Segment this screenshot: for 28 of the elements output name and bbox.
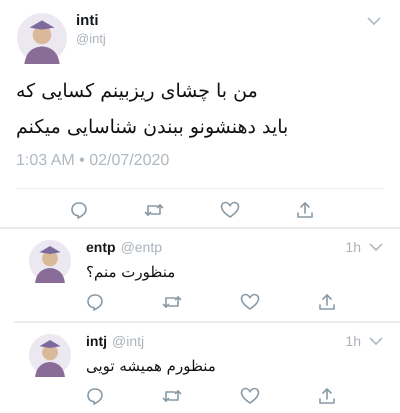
reply-time: 1h xyxy=(345,333,361,349)
reply-icon[interactable] xyxy=(70,201,88,219)
tweet-text: من با چشای ریزبینم کسایی که xyxy=(16,80,258,102)
heart-icon[interactable] xyxy=(240,293,260,311)
avatar-icon[interactable] xyxy=(16,12,68,64)
heart-icon[interactable] xyxy=(220,201,240,219)
chevron-icon[interactable] xyxy=(368,336,384,346)
retweet-icon[interactable] xyxy=(162,388,182,404)
reply-text: منظورم همیشه تویی xyxy=(86,357,216,375)
heart-icon[interactable] xyxy=(240,387,260,405)
share-icon[interactable] xyxy=(318,293,336,311)
avatar-icon[interactable] xyxy=(28,333,72,377)
retweet-icon[interactable] xyxy=(144,202,164,218)
chevron-icon[interactable] xyxy=(368,242,384,252)
timestamp: 1:03 AM • 02/07/2020 xyxy=(16,152,170,170)
avatar-icon[interactable] xyxy=(28,239,72,283)
reply-text: منظورت منم؟ xyxy=(86,263,176,281)
reply-time: 1h xyxy=(345,239,361,255)
share-icon[interactable] xyxy=(318,387,336,405)
user-name[interactable]: inti xyxy=(76,12,106,29)
retweet-icon[interactable] xyxy=(162,294,182,310)
tweet-text: باید دهنشونو ببندن شناسایی میکنم xyxy=(16,116,288,138)
chevron-icon[interactable] xyxy=(366,16,382,26)
reply-icon[interactable] xyxy=(86,387,104,405)
reply-icon[interactable] xyxy=(86,293,104,311)
share-icon[interactable] xyxy=(296,201,314,219)
user-name[interactable]: entp xyxy=(86,239,116,255)
user-name[interactable]: intj xyxy=(86,333,107,349)
